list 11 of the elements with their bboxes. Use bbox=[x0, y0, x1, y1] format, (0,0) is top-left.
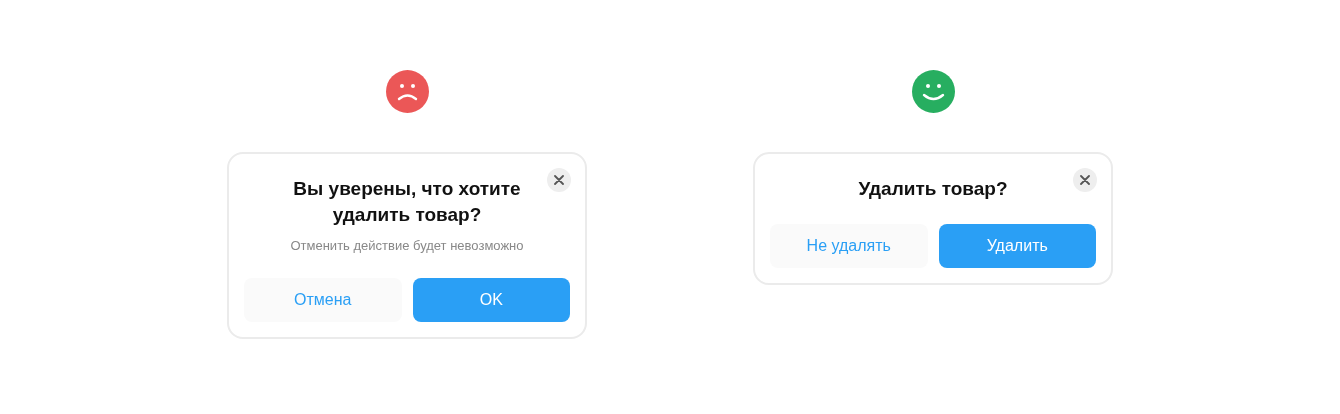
dialog-title: Вы уверены, что хотите удалить товар? bbox=[292, 177, 522, 227]
dialog-subtitle: Отменить действие будет невозможно bbox=[290, 237, 524, 255]
cancel-button[interactable]: Не удалять bbox=[770, 224, 928, 268]
close-button[interactable] bbox=[547, 168, 571, 192]
close-button[interactable] bbox=[1073, 168, 1097, 192]
close-icon bbox=[1080, 175, 1090, 185]
close-icon bbox=[554, 175, 564, 185]
cancel-button[interactable]: Отмена bbox=[244, 277, 402, 322]
confirm-button[interactable]: OK bbox=[412, 277, 570, 322]
confirm-button[interactable]: Удалить bbox=[938, 224, 1096, 268]
dialog-title: Удалить товар? bbox=[857, 177, 1009, 201]
